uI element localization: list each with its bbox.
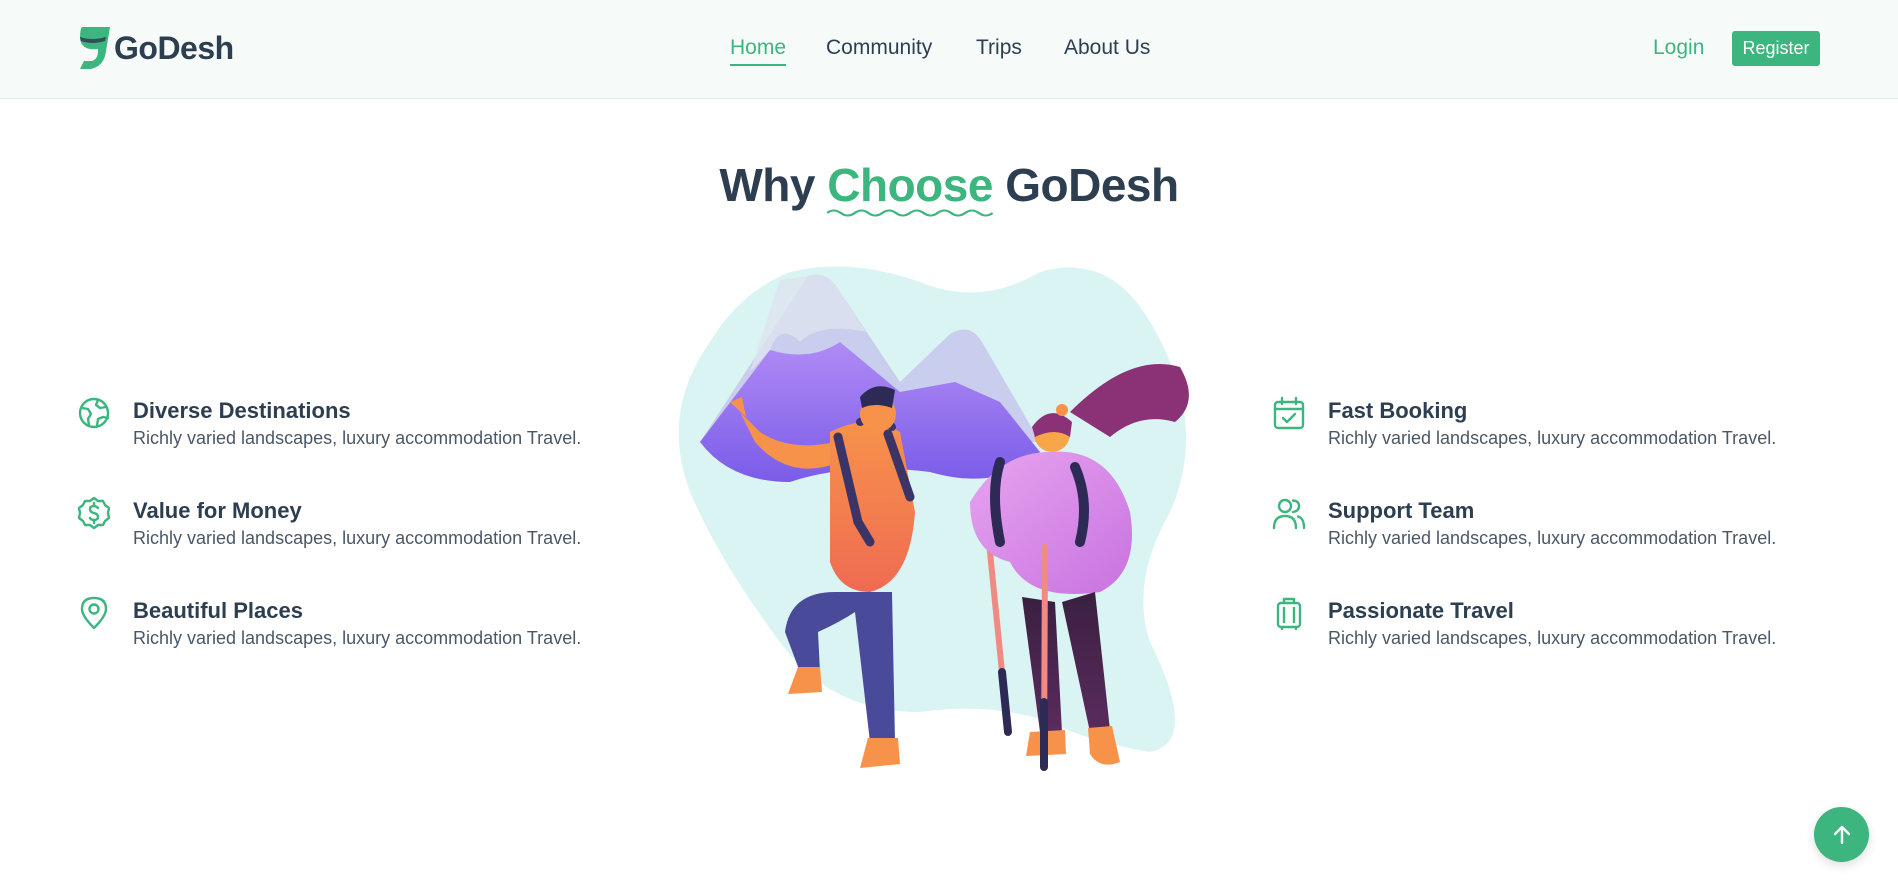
feature-description: Richly varied landscapes, luxury accommo…: [133, 628, 582, 648]
hikers-illustration: [678, 266, 1189, 771]
section-title: Why Choose GoDesh: [0, 158, 1898, 217]
feature-title: Support Team: [1328, 498, 1475, 523]
title-prefix: Why: [719, 159, 815, 211]
arrow-up-icon: [1833, 825, 1850, 844]
globe-icon: [78, 397, 110, 429]
main-nav: Home Community Trips About Us: [0, 34, 1898, 66]
nav-trips[interactable]: Trips: [976, 34, 1022, 62]
users-icon: [1272, 498, 1306, 530]
register-button[interactable]: Register: [1732, 31, 1820, 66]
title-accent: Choose: [827, 158, 993, 217]
squiggle-underline: [827, 209, 993, 217]
feature-title: Passionate Travel: [1328, 598, 1514, 623]
title-accent-text: Choose: [827, 159, 993, 211]
nav-home[interactable]: Home: [730, 34, 787, 66]
map-pin-icon: [80, 596, 108, 630]
scroll-to-top-button[interactable]: [1814, 807, 1869, 862]
calendar-check-icon: [1273, 396, 1305, 430]
feature-title: Beautiful Places: [133, 598, 303, 623]
title-suffix: GoDesh: [1005, 159, 1179, 211]
feature-description: Richly varied landscapes, luxury accommo…: [1328, 628, 1777, 648]
nav-community[interactable]: Community: [826, 34, 932, 62]
site-header: GoDesh Home Community Trips About Us Log…: [0, 0, 1898, 99]
nav-about-us[interactable]: About Us: [1064, 34, 1150, 62]
feature-description: Richly varied landscapes, luxury accommo…: [133, 428, 582, 448]
dollar-badge-icon: [77, 496, 111, 530]
feature-title: Value for Money: [133, 498, 302, 523]
feature-description: Richly varied landscapes, luxury accommo…: [1328, 428, 1777, 448]
feature-title: Diverse Destinations: [133, 398, 351, 423]
feature-description: Richly varied landscapes, luxury accommo…: [133, 528, 582, 548]
feature-title: Fast Booking: [1328, 398, 1468, 423]
feature-description: Richly varied landscapes, luxury accommo…: [1328, 528, 1777, 548]
login-link[interactable]: Login: [1653, 34, 1704, 62]
luggage-icon: [1276, 597, 1302, 630]
